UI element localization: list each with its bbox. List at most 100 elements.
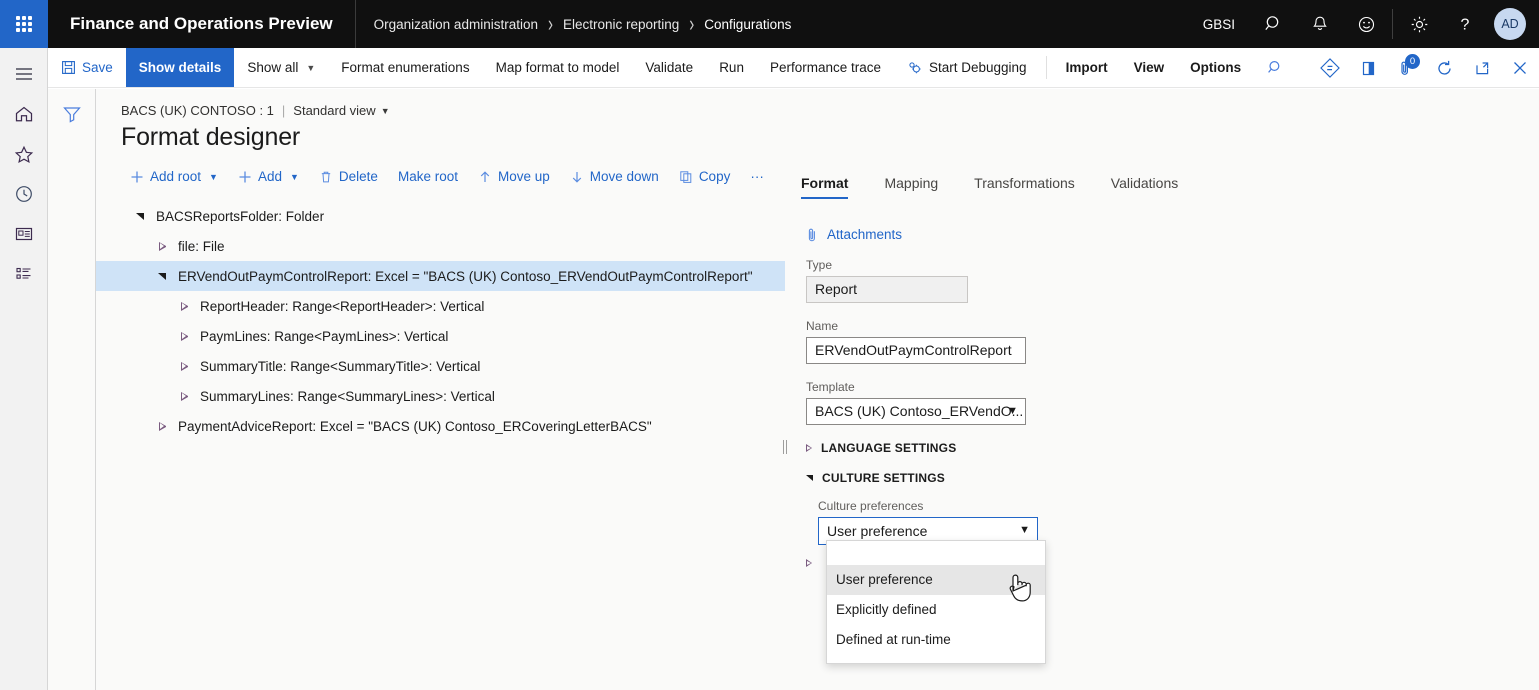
feedback-smiley-icon[interactable] [1343,0,1389,48]
save-button[interactable]: Save [48,48,126,87]
tree-row[interactable]: PaymLines: Range<PaymLines>: Vertical [96,321,785,351]
copy-icon [679,170,693,184]
tree-collapse-toggle-icon[interactable] [176,328,192,344]
validate-button[interactable]: Validate [632,48,706,87]
dropdown-option-user-preference[interactable]: User preference [827,565,1045,595]
performance-trace-button[interactable]: Performance trace [757,48,894,87]
add-root-button[interactable]: Add root ▼ [121,164,227,189]
start-debugging-button[interactable]: Start Debugging [894,48,1040,87]
tree-expand-toggle-icon[interactable] [154,268,170,284]
save-icon [61,60,76,75]
application-window: Finance and Operations Preview Organizat… [0,0,1539,690]
breadcrumb-item-configurations[interactable]: Configurations [704,17,791,32]
language-settings-section[interactable]: LANGUAGE SETTINGS [806,441,1539,455]
delete-button[interactable]: Delete [310,164,387,189]
chevron-down-icon: ▼ [290,172,299,182]
tab-transformations[interactable]: Transformations [974,171,1093,199]
make-root-button[interactable]: Make root [389,164,467,189]
name-field: Name ERVendOutPaymControlReport [806,319,1539,364]
show-all-button[interactable]: Show all ▼ [234,48,328,87]
action-pane: Save Show details Show all ▼ Format enum… [48,48,1539,88]
hamburger-menu-icon[interactable] [4,58,44,90]
import-button[interactable]: Import [1053,48,1121,87]
panel-splitter-handle[interactable] [782,437,788,457]
more-options-button[interactable]: ··· [741,164,773,189]
tree-collapse-toggle-icon[interactable] [154,238,170,254]
open-in-new-window-icon[interactable] [1349,48,1387,88]
move-up-button[interactable]: Move up [469,164,559,189]
copy-button[interactable]: Copy [670,164,740,189]
format-enumerations-button[interactable]: Format enumerations [328,48,482,87]
attachments-icon[interactable]: 0 [1387,48,1425,88]
tab-validations[interactable]: Validations [1111,171,1196,199]
tree-row[interactable]: PaymentAdviceReport: Excel = "BACS (UK) … [96,411,785,441]
modules-list-icon[interactable] [4,258,44,290]
tab-mapping[interactable]: Mapping [884,171,956,199]
culture-preferences-dropdown-list[interactable]: User preference Explicitly defined Defin… [826,540,1046,664]
options-button[interactable]: Options [1177,48,1254,87]
tree-row[interactable]: file: File [96,231,785,261]
add-button[interactable]: Add ▼ [229,164,308,189]
dropdown-option-explicitly-defined[interactable]: Explicitly defined [827,595,1045,625]
chevron-down-icon: ▼ [1007,399,1018,424]
diamond-icon[interactable] [1311,48,1349,88]
tree-collapse-toggle-icon[interactable] [176,298,192,314]
tree-expand-toggle-icon[interactable] [132,208,148,224]
dropdown-blank-option[interactable] [827,547,1045,565]
tree-row[interactable]: ReportHeader: Range<ReportHeader>: Verti… [96,291,785,321]
company-selector[interactable]: GBSI [1187,17,1251,32]
tree-row[interactable]: BACSReportsFolder: Folder [96,201,785,231]
notifications-bell-icon[interactable] [1297,0,1343,48]
tree-row[interactable]: SummaryLines: Range<SummaryLines>: Verti… [96,381,785,411]
recent-clock-icon[interactable] [4,178,44,210]
view-selector[interactable]: Standard view ▼ [293,103,389,118]
app-title: Finance and Operations Preview [48,0,356,48]
culture-settings-section[interactable]: CULTURE SETTINGS [806,471,1539,485]
workspaces-icon[interactable] [4,218,44,250]
tree-node-label: ReportHeader: Range<ReportHeader>: Verti… [200,299,484,314]
breadcrumb-item-electronic-reporting[interactable]: Electronic reporting [563,17,679,32]
run-button[interactable]: Run [706,48,757,87]
avatar[interactable]: AD [1494,8,1526,40]
gear-icon[interactable] [1396,0,1442,48]
refresh-icon[interactable] [1425,48,1463,88]
template-field: Template BACS (UK) Contoso_ERVendO... ▼ [806,380,1539,425]
add-label: Add [258,169,282,184]
tree-node-label: PaymLines: Range<PaymLines>: Vertical [200,329,448,344]
expand-collapse-icon [806,444,812,452]
filter-icon[interactable] [57,101,87,127]
map-format-to-model-button[interactable]: Map format to model [483,48,633,87]
arrow-down-icon [570,170,584,184]
help-icon[interactable]: ? [1442,0,1488,48]
culture-preferences-label: Culture preferences [818,499,1539,513]
name-input[interactable]: ERVendOutPaymControlReport [806,337,1026,364]
tree-collapse-toggle-icon[interactable] [154,418,170,434]
tree-row[interactable]: SummaryTitle: Range<SummaryTitle>: Verti… [96,351,785,381]
favorites-star-icon[interactable] [4,138,44,170]
show-details-button[interactable]: Show details [126,48,235,87]
plus-icon [238,170,252,184]
delete-label: Delete [339,169,378,184]
popout-icon[interactable] [1463,48,1501,88]
validate-label: Validate [645,60,693,75]
tree-collapse-toggle-icon[interactable] [176,388,192,404]
move-down-button[interactable]: Move down [561,164,668,189]
search-icon [1267,59,1284,76]
dropdown-option-defined-at-run-time[interactable]: Defined at run-time [827,625,1045,655]
attachments-link[interactable]: Attachments [806,227,1539,242]
breadcrumb-item-organization-administration[interactable]: Organization administration [374,17,538,32]
format-enumerations-label: Format enumerations [341,60,469,75]
app-launcher-button[interactable] [0,0,48,48]
tree-collapse-toggle-icon[interactable] [176,358,192,374]
home-icon[interactable] [4,98,44,130]
caption-divider: | [282,103,285,118]
tab-mapping-label: Mapping [884,175,938,191]
template-combobox[interactable]: BACS (UK) Contoso_ERVendO... ▼ [806,398,1026,425]
action-search-button[interactable] [1254,48,1297,87]
close-icon[interactable] [1501,48,1539,88]
view-button[interactable]: View [1121,48,1178,87]
tree-row-selected[interactable]: ERVendOutPaymControlReport: Excel = "BAC… [96,261,785,291]
dropdown-option-label: User preference [836,572,933,587]
search-icon[interactable] [1251,0,1297,48]
tab-format[interactable]: Format [801,171,866,199]
